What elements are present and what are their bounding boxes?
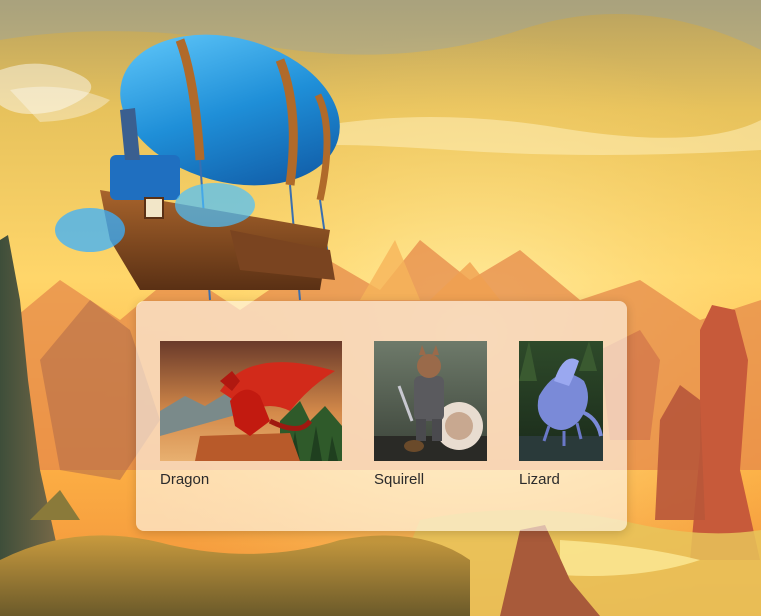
squirell-thumbnail[interactable]: [374, 341, 487, 461]
lizard-thumbnail[interactable]: [519, 341, 603, 461]
gallery-item-dragon[interactable]: Dragon: [160, 341, 342, 489]
gallery-panel: Dragon Squirell Lizard: [136, 301, 627, 531]
dragon-thumbnail[interactable]: [160, 341, 342, 461]
gallery-item-lizard[interactable]: Lizard: [519, 341, 603, 489]
dragon-label: Dragon: [160, 471, 210, 488]
lizard-label: Lizard: [519, 471, 560, 488]
squirell-image: [374, 341, 487, 461]
squirell-label: Squirell: [374, 471, 425, 488]
lizard-image: [519, 341, 603, 461]
dragon-image: [160, 341, 342, 461]
gallery-item-squirell[interactable]: Squirell: [374, 341, 487, 489]
